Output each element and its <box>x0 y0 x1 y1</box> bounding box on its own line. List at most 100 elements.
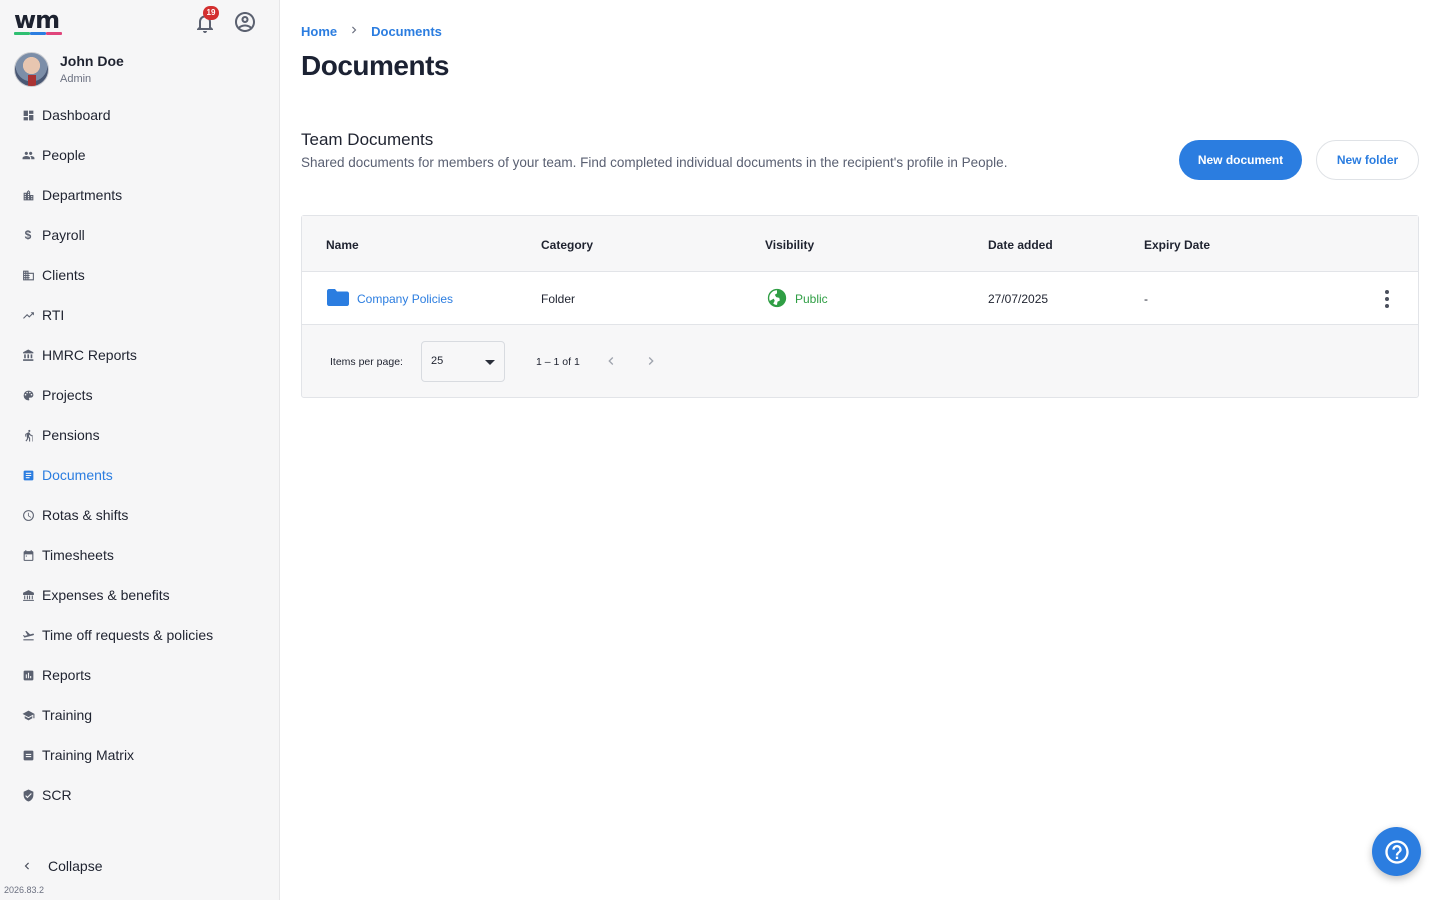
items-per-page-value: 25 <box>431 355 444 367</box>
new-folder-button[interactable]: New folder <box>1316 140 1419 180</box>
cell-date-added: 27/07/2025 <box>988 292 1049 306</box>
sidebar-item-label: Training <box>42 707 93 723</box>
document-name-link[interactable]: Company Policies <box>357 292 453 306</box>
bank-icon <box>21 348 35 362</box>
app-logo[interactable]: wm <box>14 6 66 35</box>
documents-table: Name Category Visibility Date added Expi… <box>301 215 1419 398</box>
column-header-expiry-date[interactable]: Expiry Date <box>1144 238 1210 252</box>
sidebar-item-hmrc-reports[interactable]: HMRC Reports <box>0 335 279 375</box>
sidebar-item-people[interactable]: People <box>0 135 279 175</box>
breadcrumb: Home Documents <box>301 23 442 40</box>
sidebar-item-label: Departments <box>42 187 123 203</box>
public-globe-icon <box>766 287 788 309</box>
user-profile[interactable]: John Doe Admin <box>14 52 124 87</box>
page-title: Documents <box>301 50 449 81</box>
notification-count-badge: 19 <box>203 6 219 20</box>
more-vertical-icon[interactable] <box>1380 288 1394 310</box>
sidebar-nav: Dashboard People Departments $ Payroll C… <box>0 95 279 815</box>
cell-category: Folder <box>541 292 576 306</box>
account-circle-icon[interactable] <box>233 10 257 34</box>
user-role: Admin <box>60 72 92 85</box>
sidebar-item-departments[interactable]: Departments <box>0 175 279 215</box>
items-per-page-label: Items per page: <box>330 356 403 368</box>
new-document-button[interactable]: New document <box>1179 140 1302 180</box>
previous-page-icon[interactable] <box>603 352 619 370</box>
section-subtitle: Shared documents for members of your tea… <box>301 155 1008 170</box>
expenses-icon <box>21 588 35 602</box>
trending-icon <box>21 308 35 322</box>
user-info: John Doe Admin <box>60 53 124 87</box>
sidebar-item-label: Time off requests & policies <box>42 627 214 643</box>
sidebar-item-time-off[interactable]: Time off requests & policies <box>0 615 279 655</box>
dashboard-icon <box>21 108 35 122</box>
sidebar-item-timesheets[interactable]: Timesheets <box>0 535 279 575</box>
plane-icon <box>21 628 35 642</box>
sidebar-item-label: Payroll <box>42 227 85 243</box>
column-header-name[interactable]: Name <box>326 238 359 252</box>
app-version: 2026.83.2 <box>4 885 45 895</box>
building-icon <box>21 188 35 202</box>
column-header-category[interactable]: Category <box>541 238 593 252</box>
sidebar-item-reports[interactable]: Reports <box>0 655 279 695</box>
user-name: John Doe <box>60 52 124 69</box>
document-icon <box>21 468 35 482</box>
shield-icon <box>21 788 35 802</box>
page-range: 1 – 1 of 1 <box>536 356 580 368</box>
sidebar-item-label: SCR <box>42 787 72 803</box>
logo-text: wm <box>14 6 60 34</box>
sidebar: wm 19 John Doe Admin Dashboard People De… <box>0 0 280 900</box>
sidebar-item-clients[interactable]: Clients <box>0 255 279 295</box>
sidebar-item-label: Expenses & benefits <box>42 587 170 603</box>
cell-expiry-date: - <box>1144 292 1148 306</box>
school-icon <box>21 708 35 722</box>
table-header: Name Category Visibility Date added Expi… <box>302 216 1418 272</box>
dollar-icon: $ <box>24 228 32 242</box>
chevron-left-icon <box>24 862 29 870</box>
sidebar-item-scr[interactable]: SCR <box>0 775 279 815</box>
calendar-icon <box>21 548 35 562</box>
report-icon <box>21 668 35 682</box>
help-circle-icon <box>1384 839 1409 864</box>
sidebar-item-label: Pensions <box>42 427 100 443</box>
clock-icon <box>21 508 35 522</box>
sidebar-item-label: People <box>42 147 86 163</box>
sidebar-item-dashboard[interactable]: Dashboard <box>0 95 279 135</box>
sidebar-item-label: Rotas & shifts <box>42 507 129 523</box>
collapse-label: Collapse <box>48 858 103 874</box>
paginator: Items per page: 25 1 – 1 of 1 <box>302 326 1418 397</box>
sidebar-item-label: Reports <box>42 667 92 683</box>
column-header-date-added[interactable]: Date added <box>988 238 1053 252</box>
table-row[interactable]: Company Policies Folder Public 27/07/202… <box>302 272 1418 325</box>
items-per-page-select[interactable]: 25 <box>421 341 505 382</box>
sidebar-item-label: Clients <box>42 267 85 283</box>
sidebar-item-training-matrix[interactable]: Training Matrix <box>0 735 279 775</box>
logo-bars <box>14 32 66 35</box>
collapse-sidebar-button[interactable]: Collapse <box>20 857 102 875</box>
column-header-visibility[interactable]: Visibility <box>765 238 814 252</box>
folder-icon <box>327 289 349 306</box>
next-page-icon[interactable] <box>643 352 659 370</box>
clients-icon <box>21 268 35 282</box>
sidebar-item-label: Timesheets <box>42 547 114 563</box>
sidebar-item-projects[interactable]: Projects <box>0 375 279 415</box>
elderly-icon <box>21 428 35 442</box>
visibility-public: Public <box>795 292 828 306</box>
sidebar-item-training[interactable]: Training <box>0 695 279 735</box>
caret-down-icon <box>485 360 495 365</box>
sidebar-item-label: Documents <box>42 467 113 483</box>
sidebar-item-rti[interactable]: RTI <box>0 295 279 335</box>
sidebar-item-label: RTI <box>42 307 65 323</box>
sidebar-item-label: HMRC Reports <box>42 347 137 363</box>
help-button[interactable] <box>1372 827 1421 876</box>
sidebar-item-label: Dashboard <box>42 107 111 123</box>
sidebar-item-payroll[interactable]: $ Payroll <box>0 215 279 255</box>
sidebar-item-rotas-shifts[interactable]: Rotas & shifts <box>0 495 279 535</box>
sidebar-item-expenses-benefits[interactable]: Expenses & benefits <box>0 575 279 615</box>
sidebar-item-documents[interactable]: Documents <box>0 455 279 495</box>
avatar <box>14 52 49 87</box>
sidebar-item-label: Training Matrix <box>42 747 135 763</box>
sidebar-item-pensions[interactable]: Pensions <box>0 415 279 455</box>
matrix-icon <box>21 748 35 762</box>
breadcrumb-home[interactable]: Home <box>301 24 337 39</box>
breadcrumb-current[interactable]: Documents <box>371 24 442 39</box>
